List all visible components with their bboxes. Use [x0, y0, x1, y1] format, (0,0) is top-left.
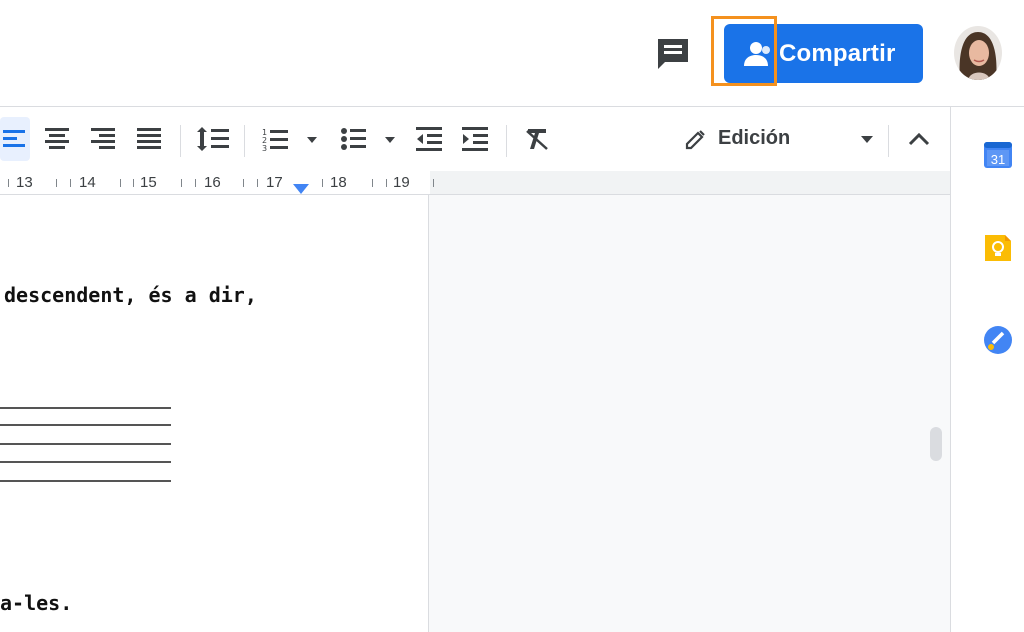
- decrease-indent-icon: [416, 127, 442, 151]
- top-bar: Compartir: [0, 0, 1024, 107]
- bulleted-list-button[interactable]: [340, 117, 400, 161]
- clear-formatting-button[interactable]: [522, 117, 552, 161]
- document-canvas: descendent, és a dir, a-les.: [0, 195, 950, 632]
- ruler-tick: [8, 179, 9, 187]
- share-button-label: Compartir: [779, 39, 896, 67]
- ruler-tick: [433, 179, 434, 187]
- line-spacing-button[interactable]: [195, 117, 231, 161]
- editing-mode-dropdown[interactable]: [852, 117, 882, 161]
- writing-line: [0, 480, 171, 482]
- ruler-tick: [195, 179, 196, 187]
- numbered-list-icon: 1 2 3: [262, 128, 317, 152]
- comment-icon: [658, 39, 688, 69]
- chevron-down-icon: [861, 136, 873, 143]
- ruler-tick: [181, 179, 182, 187]
- ruler-mark: 19: [393, 174, 410, 191]
- writing-line: [0, 461, 171, 463]
- editing-mode-icon-wrap: [678, 117, 714, 161]
- numbered-list-button[interactable]: 1 2 3: [262, 117, 322, 161]
- ruler-mark: 13: [16, 174, 33, 191]
- ruler-tick: [133, 179, 134, 187]
- align-left-icon: [3, 130, 25, 147]
- toolbar-divider: [180, 125, 181, 157]
- ruler-tick: [120, 179, 121, 187]
- increase-indent-button[interactable]: [460, 117, 490, 161]
- person-add-icon: [743, 39, 773, 69]
- writing-line: [0, 443, 171, 445]
- calendar-day: 31: [991, 152, 1005, 167]
- tasks-button[interactable]: [983, 325, 1013, 355]
- indent-marker[interactable]: [293, 184, 309, 194]
- ruler-mark: 15: [140, 174, 157, 191]
- increase-indent-icon: [462, 127, 488, 151]
- decrease-indent-button[interactable]: [414, 117, 444, 161]
- collapse-icon: [908, 132, 930, 146]
- pencil-icon: [685, 130, 705, 150]
- calendar-icon: 31: [984, 142, 1012, 168]
- svg-text:3: 3: [262, 144, 267, 152]
- ruler-mark: 14: [79, 174, 96, 191]
- avatar[interactable]: [954, 26, 1002, 80]
- scrollbar-thumb[interactable]: [930, 427, 942, 461]
- horizontal-ruler[interactable]: 13 14 15 16 17 18 19: [0, 171, 950, 195]
- align-justify-button[interactable]: [134, 117, 164, 161]
- document-text-line: descendent, és a dir,: [4, 283, 257, 307]
- comment-button[interactable]: [653, 34, 693, 74]
- keep-icon: [985, 235, 1011, 261]
- ruler-mark: 18: [330, 174, 347, 191]
- clear-formatting-icon: [526, 129, 548, 150]
- tasks-icon: [984, 326, 1012, 354]
- writing-line: [0, 424, 171, 426]
- ruler-mark: 17: [266, 174, 283, 191]
- ruler-tick: [322, 179, 323, 187]
- align-center-button[interactable]: [42, 117, 72, 161]
- document-text-line: a-les.: [0, 591, 73, 615]
- keep-button[interactable]: [983, 233, 1013, 263]
- align-justify-icon: [137, 128, 161, 149]
- ruler-tick: [243, 179, 244, 187]
- align-center-icon: [45, 128, 69, 149]
- ruler-tick: [70, 179, 71, 187]
- align-right-icon: [91, 128, 115, 149]
- document-page[interactable]: descendent, és a dir, a-les.: [0, 195, 429, 632]
- toolbar-divider: [244, 125, 245, 157]
- ruler-tick: [372, 179, 373, 187]
- bulleted-list-icon: [341, 128, 395, 150]
- side-panel: [950, 107, 1024, 632]
- share-button[interactable]: Compartir: [724, 24, 923, 83]
- align-left-button[interactable]: [0, 117, 30, 161]
- align-right-button[interactable]: [88, 117, 118, 161]
- writing-line: [0, 407, 171, 409]
- ruler-tick: [386, 179, 387, 187]
- calendar-button[interactable]: 31: [983, 140, 1013, 170]
- ruler-tick: [56, 179, 57, 187]
- toolbar-divider: [888, 125, 889, 157]
- ruler-mark: 16: [204, 174, 221, 191]
- line-spacing-icon: [197, 127, 229, 151]
- collapse-menus-button[interactable]: [902, 117, 936, 161]
- ruler-tick: [257, 179, 258, 187]
- toolbar-divider: [506, 125, 507, 157]
- formatting-toolbar: 1 2 3 Edición: [0, 107, 950, 171]
- editing-mode-label[interactable]: Edición: [718, 127, 790, 150]
